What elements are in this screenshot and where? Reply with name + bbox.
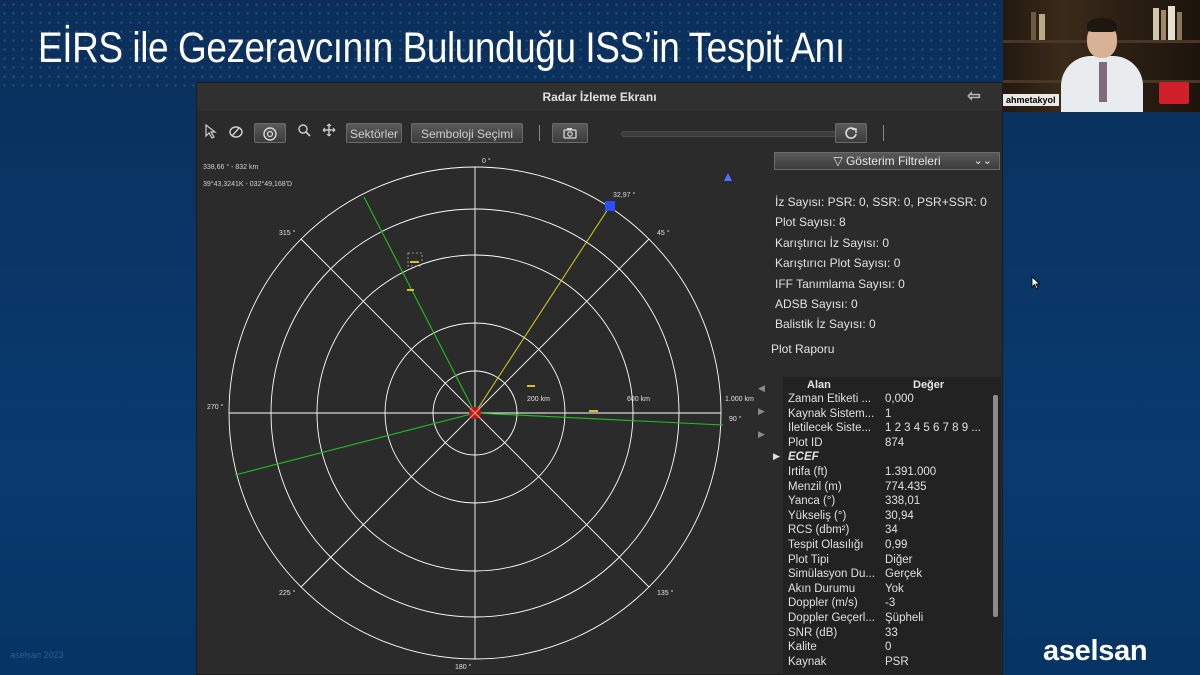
book — [1153, 8, 1159, 40]
book — [1031, 12, 1036, 40]
range-label-600: 600 km — [627, 396, 650, 403]
bearing-label-225: 225 ° — [279, 589, 296, 597]
table-row[interactable]: Yükseliş (°) 30,94 — [783, 510, 993, 525]
camera-icon[interactable] — [552, 123, 588, 143]
table-row[interactable]: Akın Durumu Yok — [783, 583, 993, 598]
stat-iff-count: IFF Tanımlama Sayısı: 0 — [775, 276, 905, 291]
range-label-200: 200 km — [527, 396, 550, 403]
stat-plot-count: Plot Sayısı: 8 — [775, 215, 846, 230]
center-view-icon[interactable] — [254, 123, 286, 143]
select-cursor-icon[interactable] — [203, 123, 219, 143]
table-row[interactable]: Zaman Etiketi ... 0,000 — [783, 393, 993, 408]
green-beam — [474, 412, 724, 426]
table-row[interactable]: Simülasyon Du... Gerçek — [783, 568, 993, 583]
stat-ballistic-count: Balistik İz Sayısı: 0 — [775, 317, 876, 332]
filter-icon: ▽ — [833, 154, 846, 168]
stat-jammer-track-count: Karıştırıcı İz Sayısı: 0 — [775, 235, 890, 250]
table-row[interactable]: İrtifa (ft) 1.391.000 — [783, 466, 993, 481]
back-arrow-icon[interactable]: ⇦ — [962, 88, 986, 106]
turkish-flag-icon — [1159, 82, 1189, 104]
table-row[interactable]: Menzil (m) 774.435 — [783, 481, 993, 496]
symbology-button[interactable]: Semboloji Seçimi — [411, 123, 523, 143]
book — [1177, 12, 1182, 40]
stat-jammer-plot-count: Karıştırıcı Plot Sayısı: 0 — [775, 256, 901, 271]
radar-scope[interactable]: 32,97 ° 0 ° 45 ° 90 ° 135 ° 180 ° 225 ° … — [197, 153, 757, 673]
watermark-text: aselsan 2023 — [10, 650, 64, 660]
statistics-list: İz Sayısı: PSR: 0, SSR: 0, PSR+SSR: 0 Pl… — [775, 192, 1001, 335]
bearing-label-270: 270 ° — [207, 403, 224, 411]
plot-selection-box[interactable] — [407, 252, 423, 267]
book — [1161, 10, 1166, 40]
table-row[interactable]: Plot ID 874 — [783, 437, 993, 452]
plot-mark[interactable] — [527, 385, 535, 387]
arrow-left-icon[interactable]: ◀ — [758, 383, 768, 406]
refresh-icon[interactable] — [835, 123, 867, 143]
green-beam — [363, 196, 476, 414]
app-title-bar: Radar İzleme Ekranı ⇦ — [197, 83, 1002, 111]
bearing-label-0: 0 ° — [482, 157, 491, 165]
toolbar-divider — [539, 125, 540, 141]
yellow-beam — [474, 205, 611, 414]
display-filters-button[interactable]: ▽ Gösterim Filtreleri ⌄⌄ — [774, 152, 1000, 170]
measure-tool-icon[interactable] — [225, 123, 247, 143]
book — [1168, 6, 1175, 40]
stat-adsb-count: ADSB Sayısı: 0 — [775, 296, 858, 311]
stat-track-count: İz Sayısı: PSR: 0, SSR: 0, PSR+SSR: 0 — [775, 195, 987, 209]
arrow-right-icon[interactable]: ▶ — [758, 406, 768, 429]
table-row[interactable]: Doppler Geçerl... Şüpheli — [783, 612, 993, 627]
bearing-label-135: 135 ° — [657, 589, 674, 597]
bearing-label-315: 315 ° — [279, 229, 296, 237]
chevron-down-icon: ⌄⌄ — [973, 155, 992, 167]
zoom-icon[interactable] — [295, 123, 313, 143]
display-filters-label: Gösterim Filtreleri — [845, 154, 941, 168]
webcam-video-tile: ahmetakyol — [1003, 0, 1200, 112]
toolbar: Sektörler Semboloji Seçimi — [197, 121, 1002, 145]
arrow-right-icon[interactable]: ▶ — [758, 429, 768, 452]
column-header-field: Alan — [807, 379, 831, 391]
presenter-hair — [1087, 18, 1117, 32]
table-row[interactable]: İletilecek Siste... 1 2 3 4 5 6 7 8 9 ... — [783, 422, 993, 437]
table-row[interactable]: Yanca (°) 338,01 — [783, 495, 993, 510]
table-row[interactable]: RCS (dbm²) 34 — [783, 524, 993, 539]
bearing-label-90: 90 ° — [729, 415, 742, 423]
sectors-button[interactable]: Sektörler — [346, 123, 402, 143]
aselsan-logo: aselsan — [1043, 635, 1148, 667]
plot-report-table: Alan Değer Zaman Etiketi ... 0,000 Kaynak… — [773, 377, 1001, 675]
table-row[interactable]: Kalite 0 — [783, 641, 993, 656]
bearing-label-180: 180 ° — [455, 663, 472, 671]
plot-mark[interactable] — [410, 261, 419, 263]
radar-app-window: Radar İzleme Ekranı ⇦ Sektörler Semboloj… — [196, 82, 1003, 675]
presenter-tie — [1099, 62, 1107, 102]
column-header-value: Değer — [913, 379, 945, 391]
table-row[interactable]: Kaynak Sistem... 1 — [783, 408, 993, 423]
range-label-1000: 1.000 km — [725, 396, 754, 403]
expand-triangle-icon[interactable]: ▶ — [773, 451, 780, 462]
mouse-cursor-icon — [1031, 276, 1041, 290]
plot-mark[interactable] — [589, 410, 598, 412]
participant-name-label: ahmetakyol — [1003, 94, 1059, 106]
slide-title: EİRS ile Gezeravcının Bulunduğu ISS’in T… — [38, 24, 845, 72]
target-marker[interactable] — [605, 201, 615, 211]
target-bearing-label: 32,97 ° — [613, 191, 635, 199]
table-section-ecef[interactable]: ▶ ECEF — [773, 451, 993, 466]
bearing-label-45: 45 ° — [657, 229, 670, 237]
table-row[interactable]: Tespit Olasılığı 0,99 — [783, 539, 993, 554]
table-row[interactable]: Kaynak PSR — [783, 656, 993, 671]
toolbar-divider — [883, 125, 884, 141]
table-row[interactable]: SNR (dB) 33 — [783, 627, 993, 642]
book — [1039, 14, 1045, 40]
plot-mark[interactable] — [407, 289, 414, 291]
replay-slider[interactable] — [621, 131, 839, 137]
pan-move-icon[interactable] — [321, 123, 337, 143]
plot-report-title: Plot Raporu — [771, 342, 835, 356]
table-row[interactable]: Plot Tipi Diğer — [783, 554, 993, 569]
window-title: Radar İzleme Ekranı — [542, 90, 657, 104]
table-row[interactable]: Doppler (m/s) -3 — [783, 597, 993, 612]
north-indicator-icon — [724, 173, 732, 181]
table-scrollbar[interactable] — [993, 395, 998, 617]
panel-collapse-arrows: ◀ ▶ ▶ — [758, 383, 768, 452]
